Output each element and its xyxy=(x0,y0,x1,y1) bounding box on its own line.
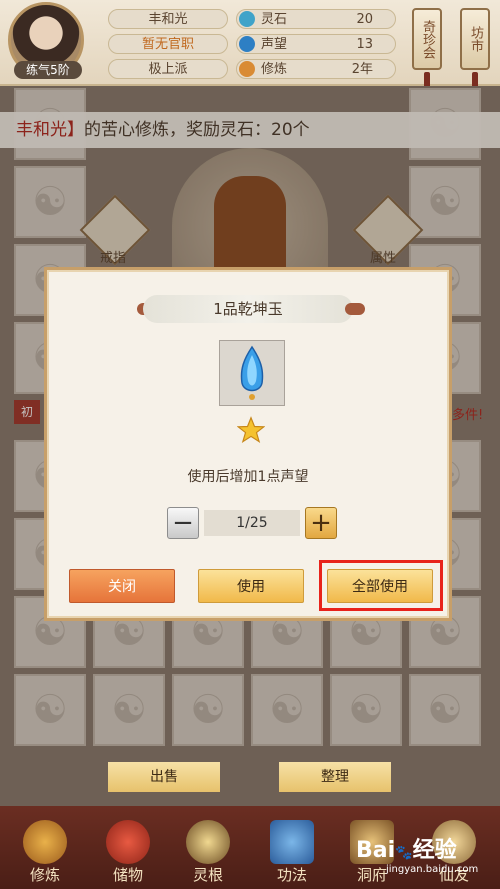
rarity-star-icon xyxy=(237,416,265,444)
nav-item-cultivate[interactable]: 修炼 xyxy=(5,806,85,889)
item-slot xyxy=(219,340,285,406)
nav-item-spirit-root[interactable]: 灵根 xyxy=(168,806,248,889)
nav-label: 灵根 xyxy=(192,866,223,884)
watermark-brand: Bai xyxy=(356,838,396,863)
baidu-jingyan-watermark: Bai🐾经验 jingyan.baidu.com xyxy=(356,832,496,882)
storage-bag-icon xyxy=(106,820,150,864)
watermark-url: jingyan.baidu.com xyxy=(386,864,479,875)
player-name: 丰和光 xyxy=(108,9,228,29)
technique-book-icon xyxy=(270,820,314,864)
player-level-badge: 练气5阶 xyxy=(14,61,82,79)
market-button[interactable]: 坊市 xyxy=(460,8,490,70)
nav-item-storage[interactable]: 储物 xyxy=(88,806,168,889)
use-button[interactable]: 使用 xyxy=(198,569,304,603)
increase-quantity-button[interactable]: + xyxy=(305,507,337,539)
highlight-box xyxy=(319,560,443,611)
sort-button[interactable]: 整理 xyxy=(279,762,391,792)
reputation-value: 13 xyxy=(356,37,373,52)
reputation-label: 声望 xyxy=(261,37,288,52)
spirit-stone-counter: 灵石 20 xyxy=(236,9,396,29)
spirit-stone-label: 灵石 xyxy=(261,12,288,27)
item-title: 1品乾坤玉 xyxy=(143,295,353,323)
sect-name: 极上派 xyxy=(108,59,228,79)
spirit-stone-value: 20 xyxy=(356,12,373,27)
qiankun-jade-icon xyxy=(240,345,264,400)
cultivation-icon xyxy=(239,61,255,77)
reputation-counter: 声望 13 xyxy=(236,34,396,54)
item-use-dialog: 1品乾坤玉 使用后增加1点声望 − 1/25 + 关闭 使用 全部使用 xyxy=(44,267,452,621)
decrease-quantity-button[interactable]: − xyxy=(167,507,199,539)
nav-label: 功法 xyxy=(276,866,307,884)
cultivation-value: 2年 xyxy=(351,62,373,77)
nav-item-technique[interactable]: 功法 xyxy=(252,806,332,889)
official-rank: 暂无官职 xyxy=(108,34,228,54)
close-button[interactable]: 关闭 xyxy=(69,569,175,603)
sell-button[interactable]: 出售 xyxy=(108,762,220,792)
treasure-shop-button[interactable]: 奇珍会 xyxy=(412,8,442,70)
spirit-stone-icon xyxy=(239,11,255,27)
watermark-suffix: 经验 xyxy=(412,838,457,863)
title-scroll-end-right xyxy=(345,303,365,315)
paw-icon: 🐾 xyxy=(395,845,413,861)
item-description: 使用后增加1点声望 xyxy=(187,469,309,485)
cultivate-icon xyxy=(23,820,67,864)
spirit-root-icon xyxy=(186,820,230,864)
nav-label: 储物 xyxy=(112,866,143,884)
cultivation-counter: 修炼 2年 xyxy=(236,59,396,79)
nav-label: 修炼 xyxy=(29,866,60,884)
reputation-icon xyxy=(239,36,255,52)
quantity-field[interactable]: 1/25 xyxy=(204,510,300,536)
cultivation-label: 修炼 xyxy=(261,62,288,77)
